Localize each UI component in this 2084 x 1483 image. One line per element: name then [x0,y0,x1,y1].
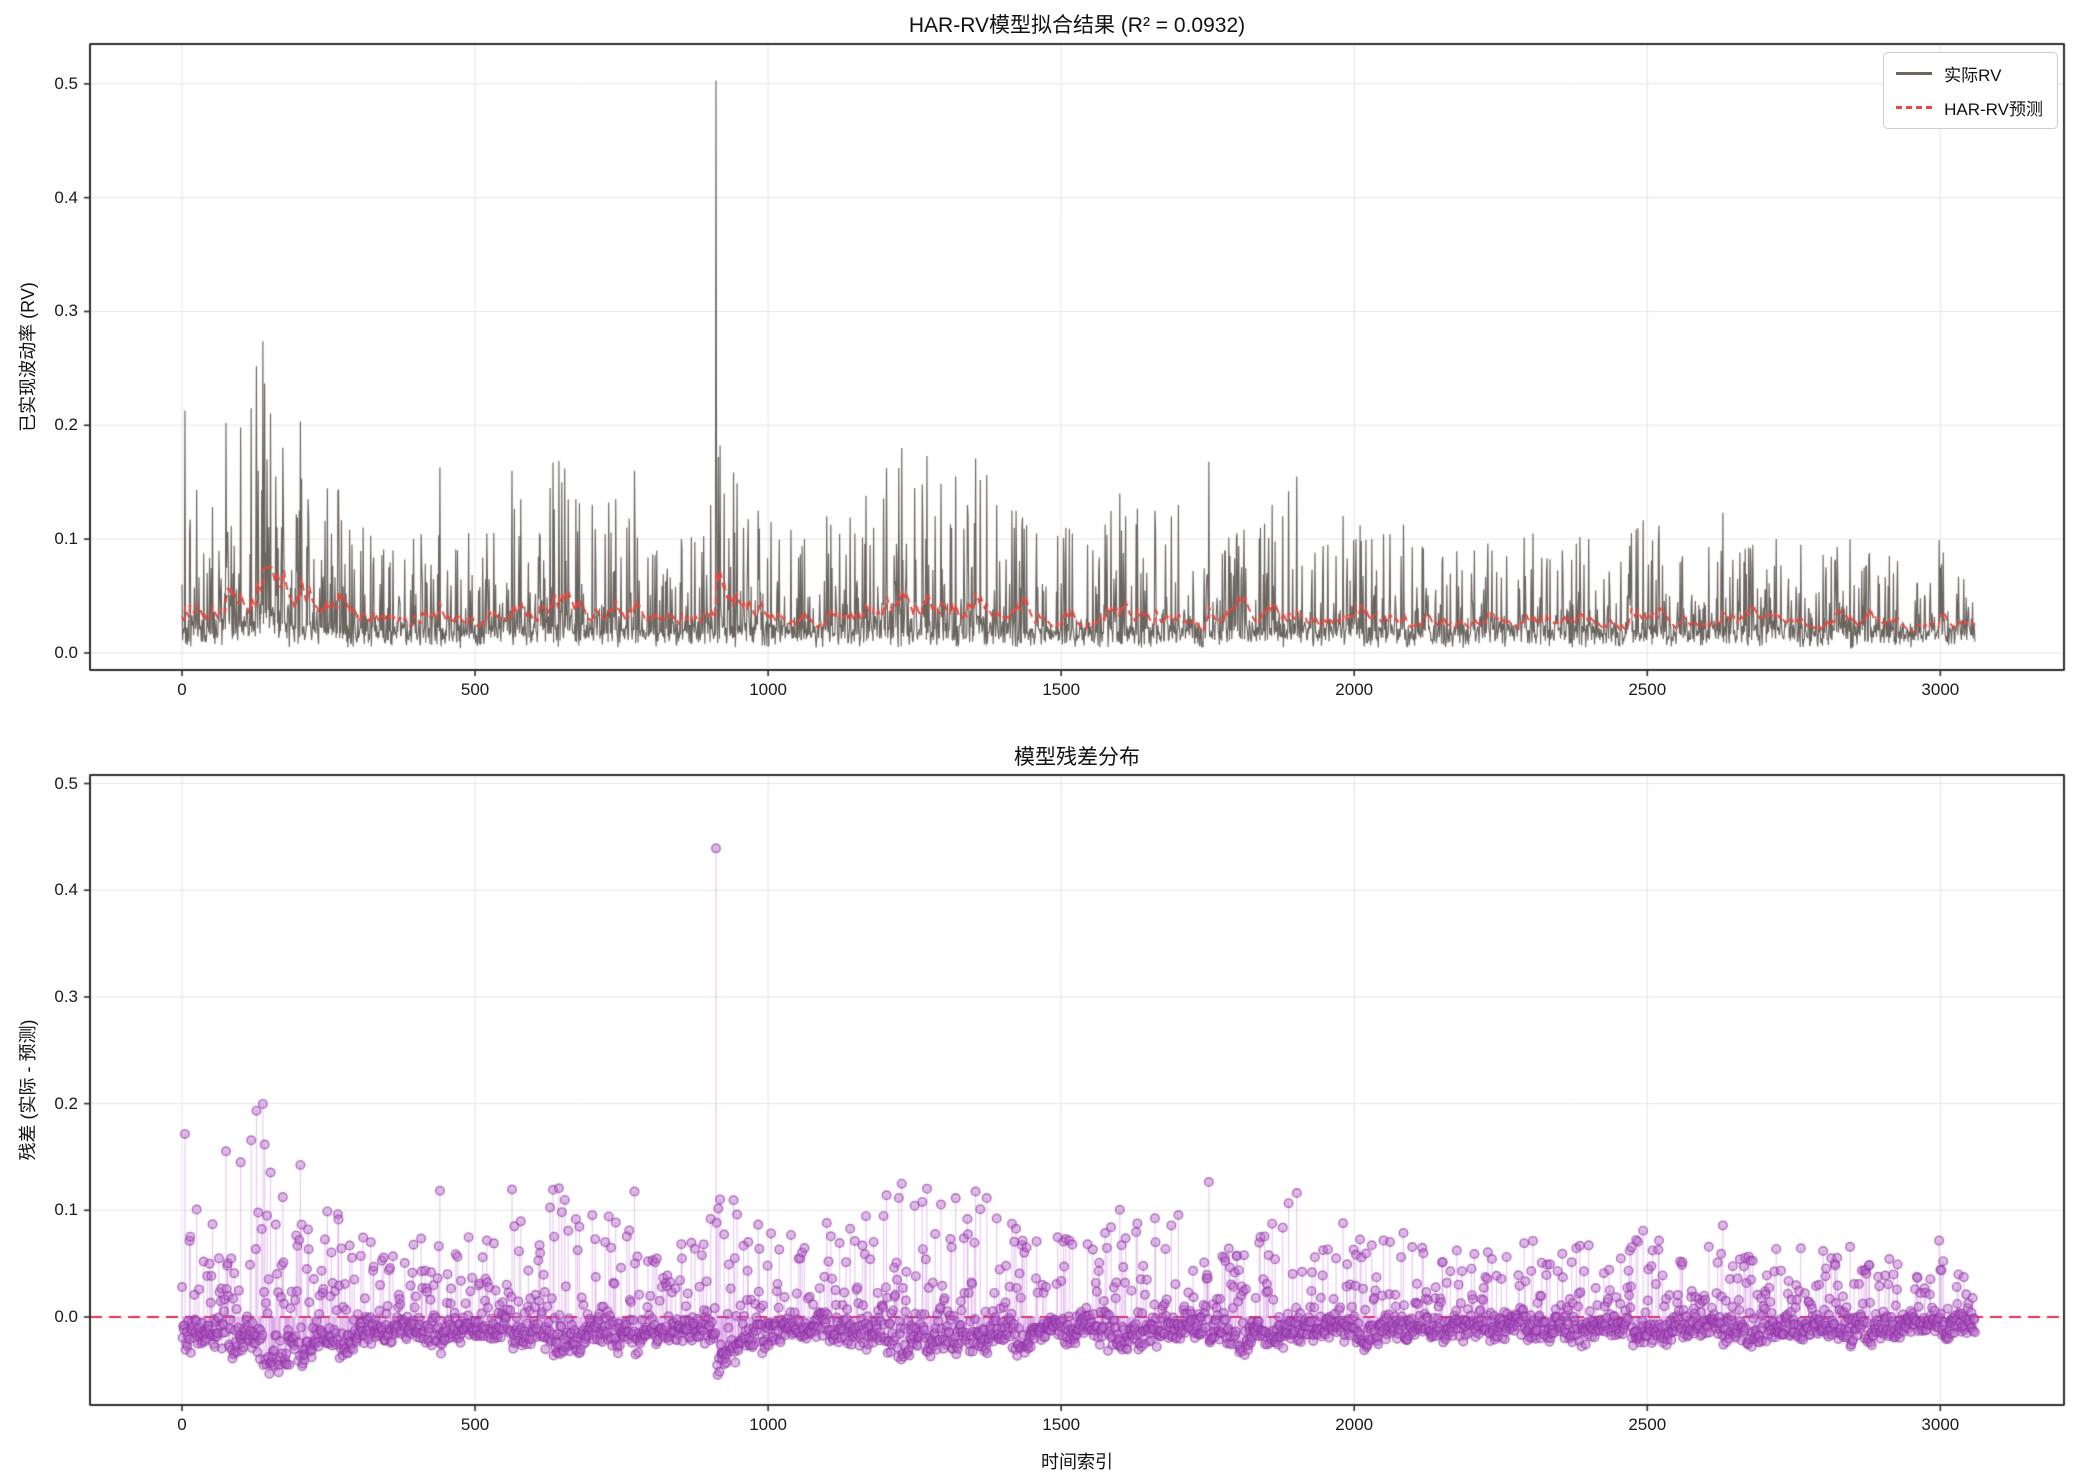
bottom-chart-x-tick-label: 2500 [1628,1415,1666,1435]
bottom-chart-y-tick-label: 0.4 [54,880,78,900]
top-chart-x-tick-label: 1000 [749,680,787,700]
legend-line-solid [1896,72,1932,75]
bottom-chart-x-axis-label: 时间索引 [1041,1448,1113,1474]
top-chart-y-tick-label: 0.1 [54,529,78,549]
top-chart-y-tick-label: 0.3 [54,301,78,321]
legend-entry-harrv-pred: HAR-RV预测 [1896,95,2043,120]
legend-line-dashed [1896,106,1932,109]
top-chart-x-tick-label: 3000 [1921,680,1959,700]
figure: HAR-RV模型拟合结果 (R² = 0.0932) 模型残差分布 已实现波动率… [0,0,2084,1483]
top-chart-title: HAR-RV模型拟合结果 (R² = 0.0932) [909,9,1245,39]
bottom-chart-x-tick-label: 1500 [1042,1415,1080,1435]
bottom-chart-y-axis-label: 残差 (实际 - 预测) [14,1020,40,1161]
bottom-chart-x-tick-label: 1000 [749,1415,787,1435]
top-chart-y-tick-label: 0.2 [54,415,78,435]
top-chart-y-axis-label: 已实现波动率 (RV) [14,282,40,432]
top-chart-y-tick-label: 0.5 [54,74,78,94]
top-chart-x-tick-label: 2500 [1628,680,1666,700]
bottom-chart-y-tick-label: 0.0 [54,1307,78,1327]
bottom-chart-y-tick-label: 0.5 [54,774,78,794]
bottom-chart-x-tick-label: 2000 [1335,1415,1373,1435]
legend-label-harrv-pred: HAR-RV预测 [1944,95,2043,120]
bottom-chart-title: 模型残差分布 [1014,741,1140,771]
top-chart-y-tick-label: 0.4 [54,188,78,208]
bottom-chart-x-tick-label: 0 [177,1415,186,1435]
bottom-chart-y-tick-label: 0.1 [54,1200,78,1220]
legend-entry-actual-rv: 实际RV [1896,61,2043,86]
bottom-chart-y-tick-label: 0.2 [54,1094,78,1114]
bottom-chart-x-tick-label: 3000 [1921,1415,1959,1435]
top-chart-x-tick-label: 2000 [1335,680,1373,700]
legend-label-actual-rv: 实际RV [1944,61,2001,86]
top-chart-x-tick-label: 500 [461,680,489,700]
bottom-chart-x-tick-label: 500 [461,1415,489,1435]
bottom-chart-y-tick-label: 0.3 [54,987,78,1007]
top-chart-x-tick-label: 0 [177,680,186,700]
top-chart-y-tick-label: 0.0 [54,643,78,663]
legend: 实际RV HAR-RV预测 [1883,52,2058,129]
top-chart-x-tick-label: 1500 [1042,680,1080,700]
